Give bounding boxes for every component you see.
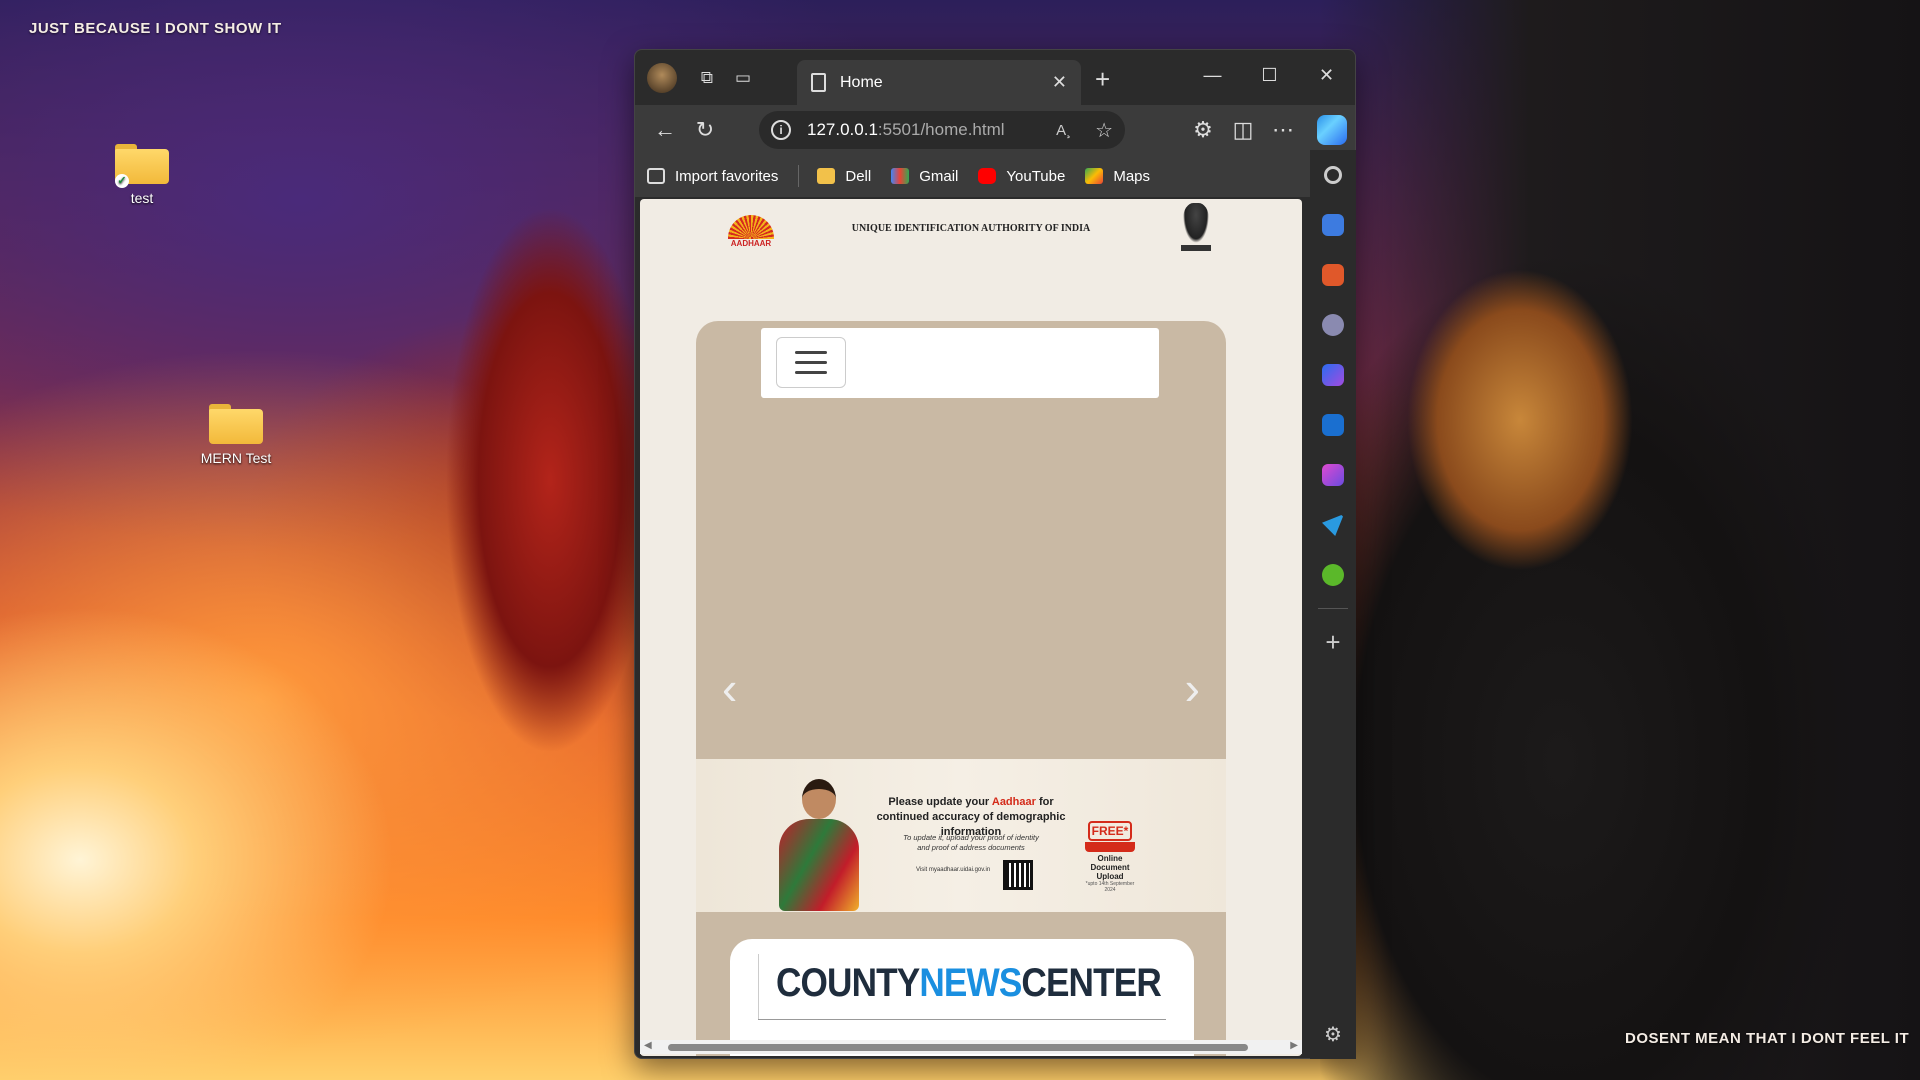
scroll-thumb[interactable] [668, 1044, 1248, 1051]
favorite-label: Gmail [919, 167, 959, 185]
folder-icon [817, 168, 836, 184]
profile-avatar[interactable] [647, 62, 677, 93]
scroll-right-icon[interactable]: ▶ [1290, 1040, 1298, 1051]
youtube-icon [978, 168, 997, 184]
news-divider [758, 954, 759, 1020]
web-page: AADHAAR UNIQUE IDENTIFICATION AUTHORITY … [640, 199, 1302, 1056]
desktop-icon-label: test [130, 190, 154, 206]
close-tab-icon[interactable]: ✕ [1052, 72, 1067, 93]
more-options-icon[interactable]: ⋯ [1263, 110, 1303, 150]
read-aloud-icon[interactable]: A¸ [1056, 122, 1071, 139]
tab-title: Home [840, 73, 883, 91]
favorite-youtube[interactable]: YouTube [978, 168, 1065, 185]
free-upload-badge: FREE* Online Document Upload *upto 14th … [1082, 821, 1138, 893]
free-note: *upto 14th September 2024 [1085, 881, 1135, 893]
menu-toggle-button[interactable] [776, 337, 846, 388]
back-button[interactable]: ← [645, 110, 685, 150]
desktop-top-text: JUST BECAUSE I DONT SHOW IT [29, 20, 282, 37]
desktop-icon-label: MERN Test [200, 450, 272, 466]
carousel-prev-button[interactable]: ‹ [722, 661, 737, 715]
favorite-gmail[interactable]: Gmail [891, 168, 958, 185]
send-icon[interactable] [1310, 500, 1356, 550]
tab-home[interactable]: Home ✕ [797, 60, 1081, 105]
qr-code-icon [1003, 860, 1033, 890]
horizontal-scrollbar[interactable]: ◀ ▶ [640, 1040, 1302, 1054]
wallpaper-character [1320, 0, 1920, 1080]
banner-woman-image [774, 779, 864, 912]
page-icon [811, 73, 826, 92]
import-favorites-icon [647, 168, 665, 184]
gmail-icon [891, 168, 910, 184]
favorite-maps[interactable]: Maps [1085, 168, 1150, 185]
games-icon[interactable] [1310, 300, 1356, 350]
address-path: :5501/home.html [877, 120, 1005, 139]
copilot-icon[interactable] [1317, 115, 1347, 145]
search-icon[interactable] [1310, 150, 1356, 200]
favorite-label: Maps [1113, 167, 1151, 185]
address-host: 127.0.0.1 [807, 120, 878, 139]
desktop-bottom-text: DOSENT MEAN THAT I DONT FEEL IT [1625, 1030, 1910, 1047]
edge-sidebar: + ⚙ [1310, 150, 1356, 1059]
address-bar[interactable]: i 127.0.0.1:5501/home.html A¸ ☆ [759, 111, 1125, 149]
favorites-separator [798, 165, 800, 187]
news-card[interactable]: COUNTYNEWSCENTER [730, 939, 1194, 1056]
site-header: AADHAAR UNIQUE IDENTIFICATION AUTHORITY … [640, 199, 1302, 269]
refresh-button[interactable]: ↻ [685, 110, 725, 150]
sidebar-divider [1318, 608, 1348, 609]
title-bar: ⧉ ▭ Home ✕ + — ☐ ✕ [635, 50, 1355, 105]
maximize-button[interactable]: ☐ [1241, 50, 1298, 100]
carousel-next-button[interactable]: › [1185, 661, 1200, 715]
tree-icon[interactable] [1310, 550, 1356, 600]
add-icon[interactable]: + [1310, 617, 1356, 667]
banner-visit-link: Visit myaadhaar.uidai.gov.in [916, 867, 991, 873]
county-news-center-logo: COUNTYNEWSCENTER [776, 961, 1162, 1005]
banner-subtitle: To update it, upload your proof of ident… [903, 833, 1039, 852]
desktop-icon-mern-test[interactable]: MERN Test [191, 404, 281, 466]
favorite-star-icon[interactable]: ☆ [1095, 118, 1113, 143]
copilot-icon[interactable] [1310, 350, 1356, 400]
maps-icon [1085, 168, 1104, 184]
tools-icon[interactable] [1310, 250, 1356, 300]
navbar [761, 328, 1159, 398]
aadhaar-logo-text: AADHAAR [730, 239, 772, 248]
extensions-icon[interactable]: ⚙ [1183, 110, 1223, 150]
browser-window: ⧉ ▭ Home ✕ + — ☐ ✕ ← ↻ i 127.0.0.1:5501/… [634, 49, 1356, 1059]
update-aadhaar-banner[interactable]: Please update your Aadhaar for continued… [696, 759, 1226, 912]
folder-icon [209, 404, 263, 444]
designer-icon[interactable] [1310, 450, 1356, 500]
favorite-label: Import favorites [675, 167, 779, 185]
minimize-button[interactable]: — [1184, 50, 1241, 100]
favorite-label: YouTube [1006, 167, 1066, 185]
shopping-tag-icon[interactable] [1310, 200, 1356, 250]
site-info-icon[interactable]: i [771, 120, 791, 140]
workspaces-icon[interactable]: ⧉ [689, 60, 725, 96]
favorite-dell[interactable]: Dell [817, 168, 871, 185]
scroll-left-icon[interactable]: ◀ [644, 1040, 652, 1051]
folder-icon: ✓ [115, 144, 169, 188]
sync-check-icon: ✓ [115, 174, 129, 188]
hero-section: ‹ › Please update your Aadhaar for conti… [696, 321, 1226, 1056]
favorites-bar: Import favorites Dell Gmail YouTube Maps [635, 155, 1355, 197]
close-window-button[interactable]: ✕ [1298, 50, 1355, 100]
new-tab-button[interactable]: + [1095, 64, 1110, 95]
split-screen-icon[interactable]: ◫ [1223, 110, 1263, 150]
tab-actions-icon[interactable]: ▭ [725, 60, 761, 96]
free-label: Online Document Upload [1090, 854, 1130, 881]
news-divider [758, 1019, 1166, 1020]
settings-icon[interactable]: ⚙ [1310, 1009, 1356, 1059]
national-emblem-icon [1180, 203, 1212, 263]
favorite-import[interactable]: Import favorites [647, 168, 778, 185]
favorite-label: Dell [845, 167, 872, 185]
outlook-icon[interactable] [1310, 400, 1356, 450]
desktop-icon-test[interactable]: ✓ test [97, 144, 187, 206]
free-tag: FREE* [1087, 821, 1133, 841]
toolbar: ← ↻ i 127.0.0.1:5501/home.html A¸ ☆ ⚙ ◫ … [635, 105, 1355, 155]
laptop-icon [1085, 842, 1135, 852]
